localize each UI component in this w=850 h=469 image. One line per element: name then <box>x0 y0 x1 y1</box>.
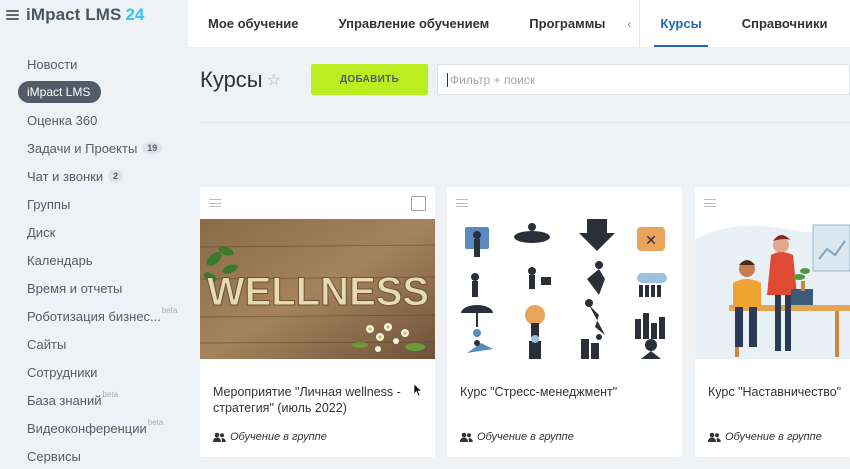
sidebar-item-label: Календарь <box>27 252 93 268</box>
sidebar-item-label: Новости <box>27 56 78 72</box>
wellness-image-text: WELLNESS <box>207 270 429 314</box>
menu-burger-icon[interactable] <box>6 10 19 20</box>
sidebar-item-calendar[interactable]: Календарь <box>18 246 178 274</box>
sidebar-item-time[interactable]: Время и отчеты <box>18 274 178 302</box>
drag-handle-icon[interactable] <box>209 199 221 207</box>
sidebar-item-groups[interactable]: Группы <box>18 190 178 218</box>
group-learning-label: Обучение в группе <box>460 431 574 443</box>
beta-tag: beta <box>102 389 119 399</box>
sidebar-item-video[interactable]: Видеоконференции beta <box>18 414 178 442</box>
top-nav: Мое обучение Управление обучением Програ… <box>188 0 850 47</box>
app-logo-version: 24 <box>125 5 145 24</box>
course-title[interactable]: Курс "Наставничество" <box>708 384 850 400</box>
sidebar-item-label: Роботизация бизнес... <box>27 308 161 324</box>
group-label: Обучение в группе <box>725 431 822 443</box>
sidebar-menu: Новости iMpact LMS Оценка 360 Задачи и П… <box>18 50 178 469</box>
group-icon <box>460 432 473 442</box>
group-label: Обучение в группе <box>230 431 327 443</box>
course-image-stress: ✕ <box>447 219 682 359</box>
sidebar-item-label: База знаний <box>27 392 102 408</box>
course-card[interactable]: Курс "Наставничество" Обучение в группе <box>695 187 850 457</box>
course-image-wellness: WELLNESS <box>200 219 435 359</box>
sidebar: iMpact LMS 24 Новости iMpact LMS Оценка … <box>0 0 180 469</box>
page-title: Курсы <box>200 67 263 92</box>
star-icon[interactable]: ☆ <box>267 70 281 90</box>
page-title-row: Курсы ☆ <box>200 67 281 93</box>
course-card[interactable]: WELLNESS Мероприятие "Личная wellness - … <box>200 187 435 457</box>
tab-programs[interactable]: Программы <box>509 0 625 47</box>
sidebar-item-impact-lms[interactable]: iMpact LMS <box>18 81 101 103</box>
tab-my-learning[interactable]: Мое обучение <box>188 0 319 47</box>
sidebar-item-label: Задачи и Проекты <box>27 140 138 156</box>
add-button[interactable]: Добавить <box>311 64 428 95</box>
sidebar-item-label: Оценка 360 <box>27 112 98 128</box>
tab-learning-management[interactable]: Управление обучением <box>319 0 510 47</box>
sidebar-item-disk[interactable]: Диск <box>18 218 178 246</box>
header-divider <box>200 122 850 123</box>
counter-badge: 19 <box>142 142 163 154</box>
group-label: Обучение в группе <box>477 431 574 443</box>
sidebar-item-label: Чат и звонки <box>27 168 104 184</box>
app-logo[interactable]: iMpact LMS <box>26 5 121 25</box>
course-image-mentoring <box>695 219 850 359</box>
tab-reference[interactable]: Справочники <box>722 0 848 47</box>
sidebar-item-employees[interactable]: Сотрудники <box>18 358 178 386</box>
group-learning-label: Обучение в группе <box>708 431 822 443</box>
drag-handle-icon[interactable] <box>704 199 716 207</box>
tab-courses[interactable]: Курсы <box>640 0 721 47</box>
search-input[interactable]: Фильтр + поиск <box>437 64 850 95</box>
svg-text:✕: ✕ <box>645 232 657 248</box>
group-icon <box>213 432 226 442</box>
counter-badge: 2 <box>108 170 124 182</box>
sidebar-item-label: Сайты <box>27 336 67 352</box>
mouse-cursor-icon <box>414 384 423 397</box>
sidebar-item-sites[interactable]: Сайты <box>18 330 178 358</box>
sidebar-item-services[interactable]: Сервисы <box>18 442 178 469</box>
drag-handle-icon[interactable] <box>456 199 468 207</box>
sidebar-item-knowledge[interactable]: База знаний beta <box>18 386 178 414</box>
sidebar-item-label: Диск <box>27 224 56 240</box>
group-learning-label: Обучение в группе <box>213 431 327 443</box>
sidebar-item-label: Сервисы <box>27 448 81 464</box>
sidebar-item-label: Время и отчеты <box>27 280 123 296</box>
sidebar-item-label: Видеоконференции <box>27 420 147 436</box>
logo-row: iMpact LMS 24 <box>6 4 144 26</box>
card-checkbox[interactable] <box>411 196 426 211</box>
course-title[interactable]: Мероприятие "Личная wellness - стратегия… <box>213 384 423 416</box>
sidebar-item-360[interactable]: Оценка 360 <box>18 106 178 134</box>
sidebar-item-label: Сотрудники <box>27 364 98 380</box>
beta-tag: beta <box>147 417 164 427</box>
sidebar-item-news[interactable]: Новости <box>18 50 178 78</box>
sidebar-item-tasks[interactable]: Задачи и Проекты 19 <box>18 134 178 162</box>
course-title[interactable]: Курс "Стресс-менеджмент" <box>460 384 670 400</box>
chevron-left-icon[interactable]: ‹ <box>625 0 639 47</box>
sidebar-item-label: Группы <box>27 196 71 212</box>
beta-tag: beta <box>161 305 178 315</box>
sidebar-item-chat[interactable]: Чат и звонки 2 <box>18 162 178 190</box>
course-card[interactable]: ✕ Курс "Стресс-менеджмент" Обучение в гр… <box>447 187 682 457</box>
sidebar-item-label: iMpact LMS <box>27 85 91 99</box>
group-icon <box>708 432 721 442</box>
sidebar-item-robotization[interactable]: Роботизация бизнес... beta <box>18 302 178 330</box>
